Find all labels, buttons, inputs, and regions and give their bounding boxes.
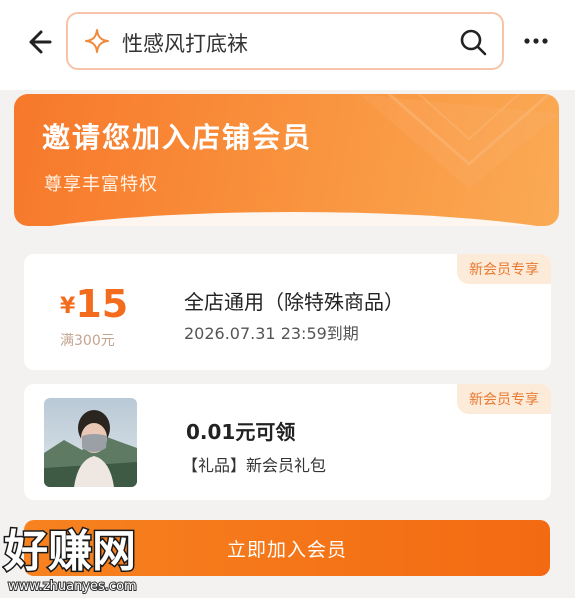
banner-subtitle: 尊享丰富特权: [44, 174, 158, 195]
banner-curve: [14, 212, 559, 226]
banner-decoration: [359, 94, 559, 189]
search-bar[interactable]: 性感风打底袜: [66, 12, 504, 70]
coupon-threshold: 满300元: [60, 333, 115, 349]
back-arrow-icon[interactable]: [18, 22, 58, 62]
search-icon[interactable]: [458, 27, 488, 57]
search-query[interactable]: 性感风打底袜: [122, 28, 248, 58]
coupon-value: 15: [75, 282, 129, 326]
membership-banner: 邀请您加入店铺会员 尊享丰富特权: [14, 94, 559, 226]
new-member-badge: 新会员专享: [457, 384, 551, 414]
currency-symbol: ¥: [60, 294, 76, 319]
gift-subtitle: 【礼品】新会员礼包: [182, 456, 327, 475]
new-member-badge: 新会员专享: [457, 254, 551, 284]
gift-title: 0.01元可领: [186, 420, 296, 444]
top-bar: 性感风打底袜: [0, 0, 575, 90]
more-icon[interactable]: [516, 26, 556, 56]
svg-text:www.zhuanyes.com: www.zhuanyes.com: [8, 579, 137, 594]
banner-title: 邀请您加入店铺会员: [42, 121, 313, 154]
coupon-card[interactable]: 新会员专享 ¥15 满300元 全店通用（除特殊商品） 2026.07.31 2…: [24, 254, 551, 370]
gift-product-image: [44, 398, 137, 487]
coupon-amount: ¥15: [60, 282, 128, 326]
coupon-title: 全店通用（除特殊商品）: [184, 290, 404, 314]
sparkle-icon: [85, 29, 109, 53]
gift-card[interactable]: 新会员专享 0.01元可领 【礼品】新会员礼包: [24, 384, 551, 500]
coupon-expiry: 2026.07.31 23:59到期: [184, 324, 359, 343]
join-member-button[interactable]: 立即加入会员: [24, 520, 550, 576]
